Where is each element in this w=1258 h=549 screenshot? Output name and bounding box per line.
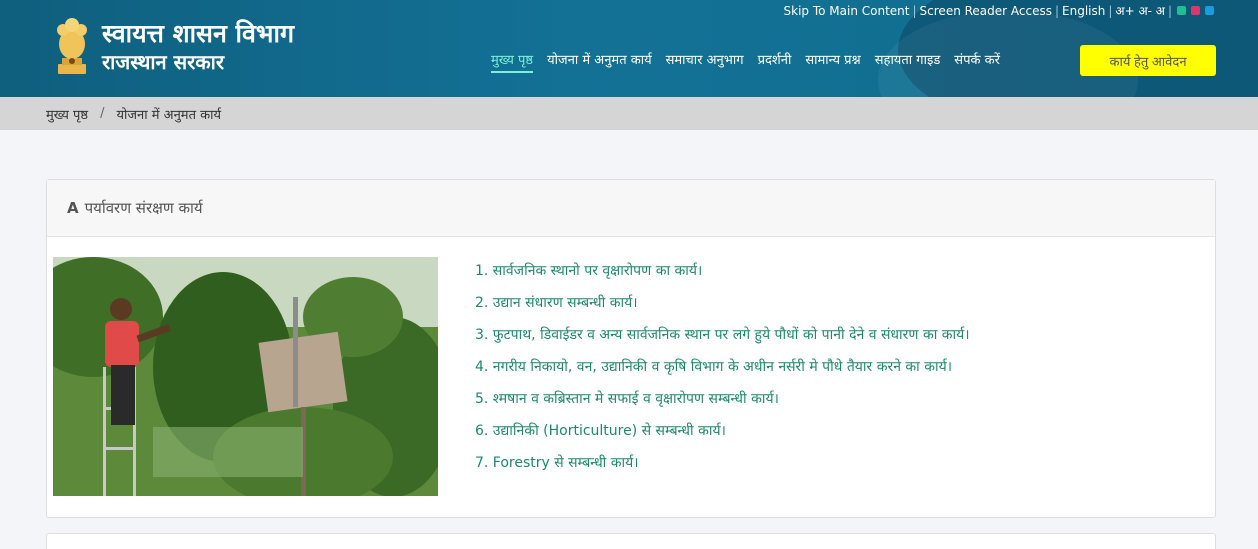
plantation-work-photo (53, 257, 438, 496)
screen-reader-link[interactable]: Screen Reader Access (920, 4, 1052, 18)
theme-color-red[interactable] (1191, 6, 1200, 15)
list-item: 2. उद्यान संधारण सम्बन्धी कार्य। (475, 295, 638, 311)
top-utility-links: Skip To Main Content | Screen Reader Acc… (784, 2, 1214, 19)
skip-to-main-link[interactable]: Skip To Main Content (784, 4, 910, 18)
nav-news[interactable]: समाचार अनुभाग (666, 50, 744, 73)
section-title: पर्यावरण संरक्षण कार्य (84, 199, 203, 217)
list-item: 6. उद्यानिकी (Horticulture) से सम्बन्धी … (475, 423, 726, 439)
nav-faq[interactable]: सामान्य प्रश्न (805, 50, 860, 73)
theme-color-blue[interactable] (1205, 6, 1214, 15)
apply-for-work-button[interactable]: कार्य हेतु आवेदन (1080, 45, 1216, 76)
separator: | (1054, 3, 1060, 18)
font-size-controls[interactable]: अ+ अ- अ (1115, 2, 1165, 19)
list-item: 3. फुटपाथ, डिवाईडर व अन्य सार्वजनिक स्था… (475, 327, 970, 343)
breadcrumb: मुख्य पृष्ठ / योजना में अनुमत कार्य (0, 97, 1258, 130)
site-subtitle[interactable]: राजस्थान सरकार (102, 48, 224, 75)
allowed-works-list: 1. सार्वजनिक स्थानो पर वृक्षारोपण का कार… (475, 260, 970, 484)
site-header: स्वायत्त शासन विभाग राजस्थान सरकार Skip … (0, 0, 1258, 97)
nav-help-guide[interactable]: सहायता गाइड (875, 50, 941, 73)
separator: | (1167, 3, 1172, 18)
list-item: 7. Forestry से सम्बन्धी कार्य। (475, 455, 639, 471)
main-nav: मुख्य पृष्ठ योजना में अनुमत कार्य समाचार… (491, 50, 1000, 73)
list-item: 4. नगरीय निकायो, वन, उद्यानिकी व कृषि वि… (475, 359, 953, 375)
list-item: 5. श्मषान व कब्रिस्तान मे सफाई व वृक्षार… (475, 391, 779, 407)
next-section-card[interactable] (46, 533, 1216, 549)
nav-contact[interactable]: संपर्क करें (954, 50, 1000, 73)
separator: | (1108, 3, 1113, 18)
nav-exhibition[interactable]: प्रदर्शनी (758, 50, 792, 73)
section-letter: A (67, 199, 79, 217)
theme-color-green[interactable] (1177, 6, 1186, 15)
state-emblem-icon[interactable] (52, 14, 92, 76)
separator: | (912, 3, 917, 18)
breadcrumb-current: योजना में अनुमत कार्य (116, 107, 222, 123)
nav-allowed-works[interactable]: योजना में अनुमत कार्य (547, 50, 652, 73)
list-item: 1. सार्वजनिक स्थानो पर वृक्षारोपण का कार… (475, 263, 703, 279)
language-link[interactable]: English (1062, 4, 1105, 18)
nav-home[interactable]: मुख्य पृष्ठ (491, 50, 534, 73)
section-card: A पर्यावरण संरक्षण कार्य 1. सार्वजनिक स्… (46, 179, 1216, 518)
site-title[interactable]: स्वायत्त शासन विभाग (102, 16, 294, 50)
breadcrumb-home[interactable]: मुख्य पृष्ठ (46, 105, 88, 123)
breadcrumb-separator: / (100, 106, 105, 121)
section-header[interactable]: A पर्यावरण संरक्षण कार्य (47, 180, 1215, 237)
